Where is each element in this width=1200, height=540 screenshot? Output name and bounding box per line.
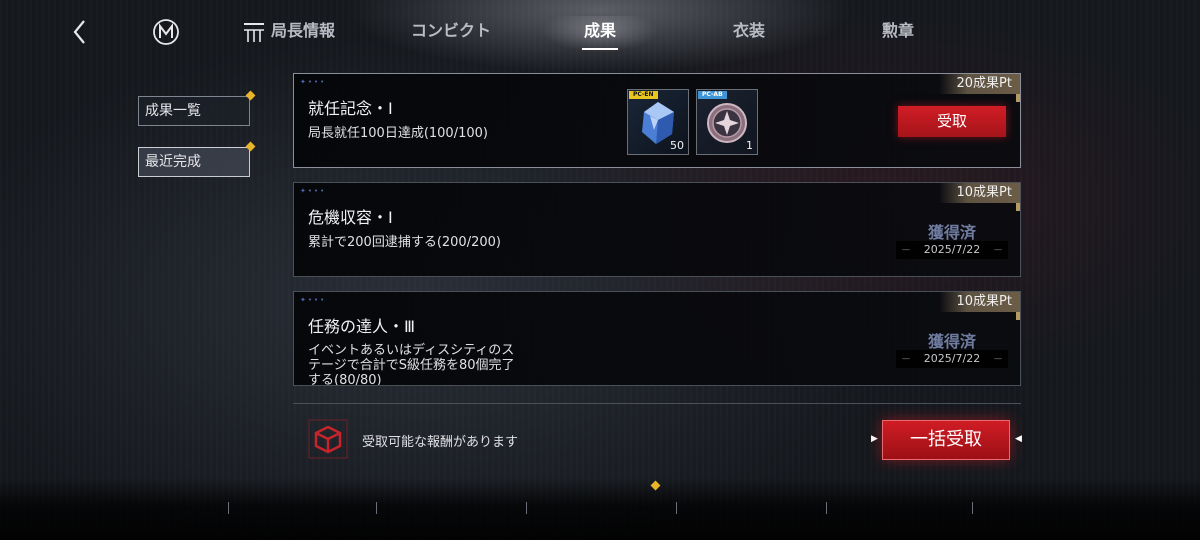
tab-separator — [526, 502, 527, 514]
side-tab-label: 成果一覧 — [145, 103, 201, 119]
points-badge: 10成果Pt — [938, 183, 1021, 211]
notification-dot — [245, 141, 256, 152]
achievement-desc-line: イベントあるいはディスシティのス — [308, 343, 515, 358]
tab-medals[interactable]: 勲章 — [880, 16, 916, 46]
reward-notice: 受取可能な報酬があります — [362, 435, 519, 450]
achievement-title: 任務の達人・Ⅲ — [308, 317, 416, 336]
side-tab-label: 最近完成 — [145, 154, 201, 170]
tab-separator — [826, 502, 827, 514]
achievement-card: ✦••• 20成果Pt 就任記念・Ⅰ 局長就任100日達成(100/100) P… — [293, 73, 1021, 168]
tab-achievements[interactable]: 成果 — [542, 16, 658, 52]
back-button[interactable] — [60, 14, 100, 50]
obtained-label: 獲得済 — [927, 223, 976, 242]
tab-costume[interactable]: 衣装 — [731, 16, 767, 46]
tab-separator — [972, 502, 973, 514]
achievement-title: 危機収容・Ⅰ — [308, 208, 393, 227]
back-chevron-icon — [73, 20, 85, 44]
active-tab-underline — [582, 48, 618, 50]
claim-all-button[interactable]: 一括受取 — [882, 420, 1010, 460]
menu-icon — [244, 23, 264, 42]
achievement-card: ✦••• 10成果Pt 任務の達人・Ⅲ イベントあるいはディスシティのス テージ… — [293, 291, 1021, 386]
tab-separator — [376, 502, 377, 514]
item-quantity: 1 — [746, 139, 753, 152]
tab-separator — [676, 502, 677, 514]
claim-button[interactable]: 受取 — [898, 106, 1006, 137]
arrow-right-icon: ▶ — [871, 434, 878, 444]
item-quantity: 50 — [670, 139, 684, 152]
card-decoration: ✦••• — [300, 78, 327, 86]
achievement-desc-line: テージで合計でS級任務を80個完了 — [308, 358, 515, 373]
reward-item[interactable]: PC-EN 50 — [627, 89, 689, 155]
achievement-title: 就任記念・Ⅰ — [308, 99, 393, 118]
points-badge: 20成果Pt — [938, 74, 1021, 102]
achievement-desc-line: する(80/80) — [308, 373, 382, 386]
card-decoration: ✦••• — [300, 187, 327, 195]
home-logo-button[interactable] — [146, 14, 186, 50]
achievement-desc: 局長就任100日達成(100/100) — [308, 126, 488, 141]
obtained-date: 2025/7/22 — [896, 350, 1008, 368]
obtained-label: 獲得済 — [927, 332, 976, 351]
m-logo-icon — [153, 19, 179, 45]
arrow-left-icon: ◀ — [1015, 434, 1022, 444]
tab-label: 成果 — [583, 21, 616, 40]
bottom-tab-bar — [0, 478, 1200, 540]
side-tab-recent[interactable]: 最近完成 — [138, 141, 256, 177]
side-tab-achievement-list[interactable]: 成果一覧 — [138, 90, 256, 126]
tab-convict[interactable]: コンビクト — [408, 16, 494, 46]
notification-dot — [245, 90, 256, 101]
obtained-date: 2025/7/22 — [896, 241, 1008, 259]
tab-separator — [228, 502, 229, 514]
red-cube-icon — [308, 419, 348, 459]
reward-item[interactable]: PC-AB 1 — [696, 89, 758, 155]
tab-director-info[interactable]: 局長情報 — [268, 16, 338, 46]
points-badge: 10成果Pt — [938, 292, 1020, 320]
footer-divider — [293, 403, 1021, 404]
card-decoration: ✦••• — [300, 296, 327, 304]
achievement-desc: 累計で200回逮捕する(200/200) — [308, 235, 501, 250]
achievement-card: ✦••• 10成果Pt 危機収容・Ⅰ 累計で200回逮捕する(200/200) … — [293, 182, 1021, 277]
